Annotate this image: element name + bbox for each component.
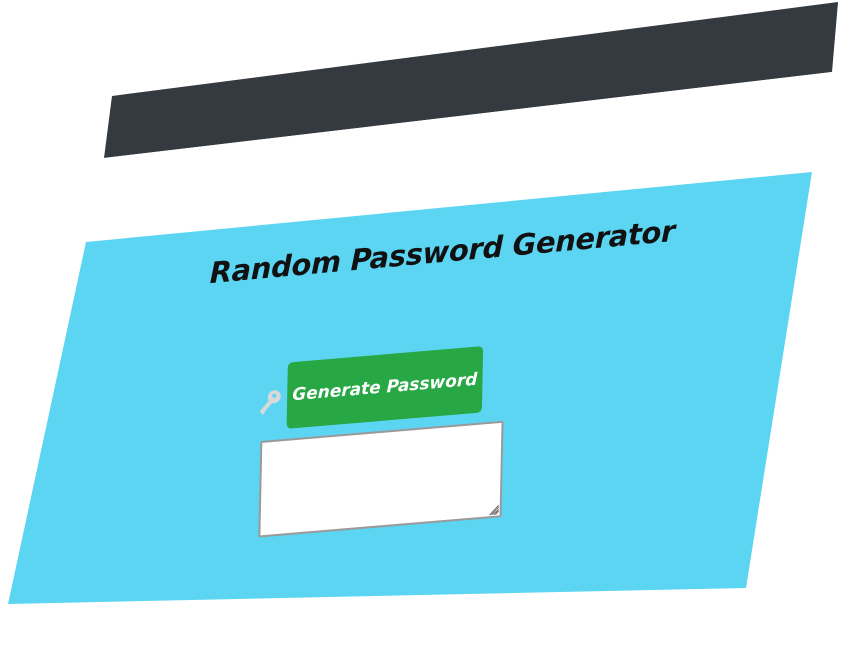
screenshot-stage: Random Password Generator Generate Passw… [0,0,841,645]
generator-controls: Generate Password [254,342,527,556]
resize-grip-icon[interactable] [488,503,500,516]
key-icon [259,390,281,415]
page-backdrop [8,2,838,604]
password-output-field[interactable] [258,420,504,538]
